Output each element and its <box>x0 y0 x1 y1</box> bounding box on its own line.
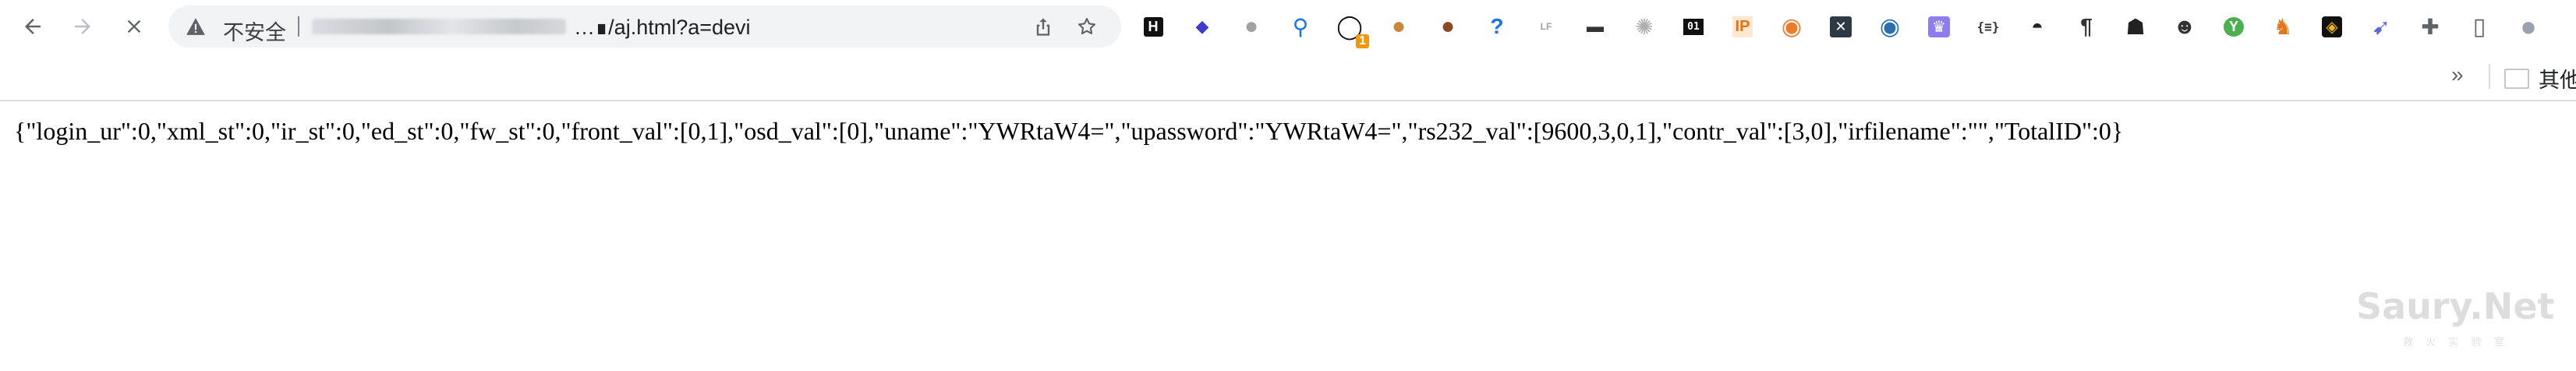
spy-icon[interactable]: ☗ <box>2118 11 2153 42</box>
lf-ext-icon[interactable]: LF <box>1528 11 1564 42</box>
folder-icon <box>2504 69 2529 89</box>
binance-icon[interactable]: ◈ <box>2314 11 2350 42</box>
share-icon[interactable] <box>1032 16 1054 37</box>
forward-button[interactable] <box>64 8 101 45</box>
gray-circle-ext-icon[interactable]: ● <box>1233 11 1269 42</box>
browser-toolbar: 不安全 …∎/aj.html?a=devi H ◆ ● ⚲ ◯ 1 ● ● ? L… <box>0 0 2576 53</box>
extension-badge: 1 <box>1356 34 1369 48</box>
mask-icon[interactable]: ▬ <box>1577 11 1613 42</box>
watermark-tagline: 救 火 实 验 室 <box>2403 337 2509 348</box>
ghost-icon[interactable]: ✺ <box>1626 11 1662 42</box>
map-pin-icon[interactable]: ⚲ <box>1283 11 1318 42</box>
layers-icon[interactable]: ◆ <box>1184 11 1220 42</box>
green-y-icon[interactable]: Y <box>2216 11 2252 42</box>
crown-icon[interactable]: ♛ <box>1921 11 1957 42</box>
rabbit-icon[interactable]: ➹ <box>2363 11 2399 42</box>
pilcrow-icon[interactable]: ¶ <box>2068 11 2104 42</box>
close-icon <box>127 19 141 34</box>
question-icon[interactable]: ? <box>1479 11 1515 42</box>
hat-icon[interactable]: ◓ <box>2019 11 2055 42</box>
profile-avatar-icon[interactable]: ● <box>2511 10 2546 42</box>
bookmarks-bar: » 其他 <box>0 53 2576 101</box>
bookmark-star-icon[interactable] <box>1076 16 1098 37</box>
forward-arrow-icon <box>75 19 90 34</box>
metamask-fox-icon[interactable]: ♞ <box>2265 11 2301 42</box>
address-separator <box>298 16 299 37</box>
redacted-host <box>312 19 566 34</box>
cookie-icon[interactable]: ● <box>1381 11 1417 42</box>
black-ring-ext-icon[interactable]: ◯ 1 <box>1332 11 1369 48</box>
orange-circle-icon[interactable]: ◉ <box>1774 11 1810 42</box>
stop-loading-button[interactable] <box>115 8 153 45</box>
bookmarks-divider <box>2489 64 2490 89</box>
ip-icon[interactable]: IP <box>1725 11 1760 42</box>
address-bar[interactable]: 不安全 …∎/aj.html?a=devi <box>168 5 1121 48</box>
other-bookmarks-button[interactable]: 其他 <box>2539 63 2576 94</box>
extensions-toolbar: H ◆ ● ⚲ ◯ 1 ● ● ? LF ▬ ✺ 01 IP ◉ ✕ ◉ ♛ {≡… <box>1135 10 2546 48</box>
hacker-news-icon[interactable]: H <box>1135 11 1171 42</box>
back-arrow-icon <box>25 19 41 34</box>
back-button[interactable] <box>14 8 51 45</box>
panda-icon[interactable]: ☻ <box>2167 11 2203 42</box>
json-response-text: {"login_ur":0,"xml_st":0,"ir_st":0,"ed_s… <box>14 117 2124 145</box>
watermark: Saury.Net 救 火 实 验 室 <box>2356 281 2555 351</box>
url-text[interactable]: …∎/aj.html?a=devi <box>574 16 751 40</box>
sidebar-toggle-icon[interactable]: ▯ <box>2461 11 2497 42</box>
blue-circle-icon[interactable]: ◉ <box>1872 11 1908 42</box>
braces-icon[interactable]: {≡} <box>1970 11 2006 42</box>
watermark-logo: Saury.Net <box>2356 285 2555 327</box>
warning-icon <box>186 18 205 35</box>
binary-icon[interactable]: 01 <box>1675 11 1711 42</box>
not-secure-label[interactable]: 不安全 <box>223 16 286 46</box>
bookmarks-overflow-button[interactable]: » <box>2451 62 2464 87</box>
puzzle-extensions-icon[interactable]: ✚ <box>2412 11 2448 42</box>
cookie-editor-icon[interactable]: ● <box>1430 11 1466 42</box>
x-box-icon[interactable]: ✕ <box>1823 11 1859 42</box>
